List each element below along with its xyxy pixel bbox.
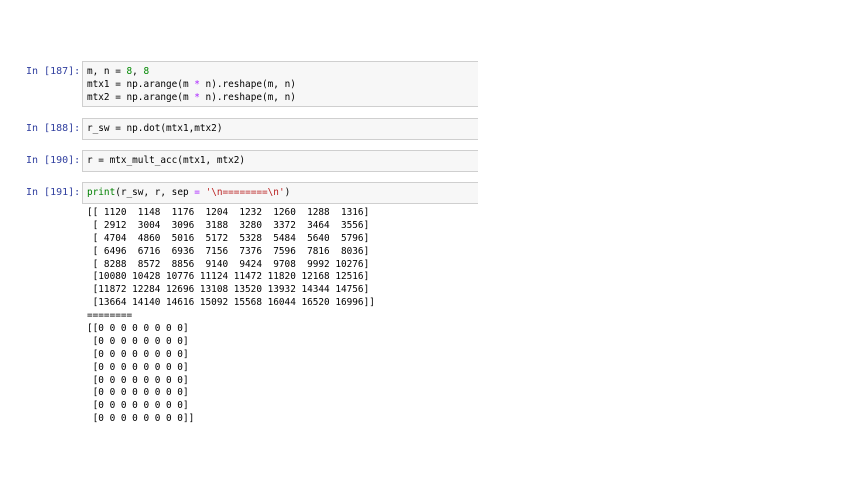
code-token: n).reshape(m, n) xyxy=(199,92,296,103)
output-line: [[ 1120 1148 1176 1204 1232 1260 1288 13… xyxy=(87,207,370,218)
output-line: [ 6496 6716 6936 7156 7376 7596 7816 803… xyxy=(87,245,370,257)
code-line: r_sw = np.dot(mtx1,mtx2) xyxy=(87,122,478,135)
output-line: [0 0 0 0 0 0 0 0] xyxy=(87,348,189,360)
output-line: [0 0 0 0 0 0 0 0] xyxy=(87,387,189,399)
output-line: [0 0 0 0 0 0 0 0] xyxy=(87,335,189,347)
code-token: (r_sw, r, sep xyxy=(115,187,195,198)
output-line: [ 8288 8572 8856 9140 9424 9708 9992 102… xyxy=(87,258,370,270)
code-token: r = mtx_mult_acc(mtx1, mtx2) xyxy=(87,155,246,166)
output-line: [0 0 0 0 0 0 0 0]] xyxy=(87,413,195,425)
cell-prompt: In [187]: xyxy=(26,66,81,77)
cell-prompt: In [191]: xyxy=(26,187,81,198)
code-token: mtx2 = np.arange(m xyxy=(87,92,195,103)
output-line: [0 0 0 0 0 0 0 0] xyxy=(87,374,189,386)
output-line: [0 0 0 0 0 0 0 0] xyxy=(87,400,189,412)
output-line: [[0 0 0 0 0 0 0 0] xyxy=(87,323,189,335)
code-input[interactable]: r = mtx_mult_acc(mtx1, mtx2) xyxy=(82,150,478,172)
code-input[interactable]: r_sw = np.dot(mtx1,mtx2) xyxy=(82,118,478,140)
code-line: r = mtx_mult_acc(mtx1, mtx2) xyxy=(87,154,478,167)
code-token: print xyxy=(87,187,116,198)
output-line: [10080 10428 10776 11124 11472 11820 121… xyxy=(87,271,370,283)
code-token: , xyxy=(132,66,144,77)
code-input[interactable]: print(r_sw, r, sep = '\n========\n') xyxy=(82,182,478,204)
code-token: 8 xyxy=(143,66,150,77)
output-line: [13664 14140 14616 15092 15568 16044 165… xyxy=(87,297,375,309)
output-line: [ 2912 3004 3096 3188 3280 3372 3464 355… xyxy=(87,219,370,231)
code-token: ) xyxy=(284,187,291,198)
cell-prompt: In [188]: xyxy=(26,123,81,134)
output-line: [ 4704 4860 5016 5172 5328 5484 5640 579… xyxy=(87,232,370,244)
code-token: n).reshape(m, n) xyxy=(199,79,296,90)
code-token: r_sw = np.dot(mtx1,mtx2) xyxy=(87,123,223,134)
output-line: [11872 12284 12696 13108 13520 13932 143… xyxy=(87,284,370,296)
cell-prompt: In [190]: xyxy=(26,155,81,166)
code-line: mtx1 = np.arange(m * n).reshape(m, n) xyxy=(87,78,478,91)
code-input[interactable]: m, n = 8, 8 mtx1 = np.arange(m * n).resha… xyxy=(82,61,478,107)
output-line: ======== xyxy=(87,310,133,322)
code-line: mtx2 = np.arange(m * n).reshape(m, n) xyxy=(87,91,478,104)
code-token: m, n = xyxy=(87,66,127,77)
code-line: print(r_sw, r, sep = '\n========\n') xyxy=(87,186,478,199)
cell-output: [[ 1120 1148 1176 1204 1232 1260 1288 13… xyxy=(87,207,375,426)
code-token: mtx1 = np.arange(m xyxy=(87,79,195,90)
code-token: '\n========\n' xyxy=(205,187,285,198)
output-line: [0 0 0 0 0 0 0 0] xyxy=(87,361,189,373)
code-line: m, n = 8, 8 xyxy=(87,65,478,78)
